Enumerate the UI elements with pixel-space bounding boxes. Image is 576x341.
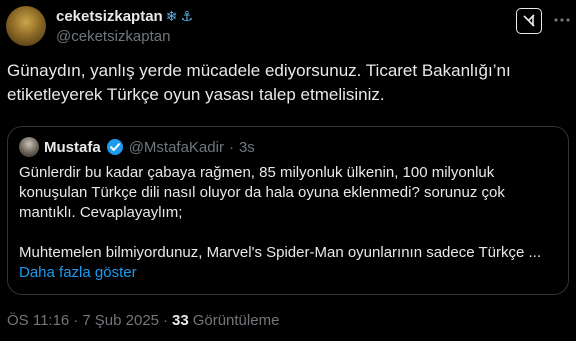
footer-separator: · <box>73 312 79 329</box>
author-avatar[interactable] <box>6 6 46 46</box>
anchor-icon: ⚓ <box>180 8 194 24</box>
more-icon <box>554 18 570 22</box>
quoted-author-avatar <box>19 137 39 157</box>
tweet-text: Günaydın, yanlış yerde mücadele ediyorsu… <box>7 59 567 107</box>
quoted-text-line: Muhtemelen bilmiyordunuz, Marvel's Spide… <box>19 244 541 261</box>
quoted-text-line: Günlerdir bu kadar çabaya rağmen, 85 mil… <box>19 164 495 181</box>
tweet-text-line: etiketleyerek Türkçe oyun yasası talep e… <box>7 85 385 104</box>
snowflake-icon: ❄ <box>165 8 178 24</box>
footer-separator: · <box>163 312 169 329</box>
quoted-separator: · <box>228 138 234 156</box>
more-options-button[interactable] <box>551 9 573 31</box>
tweet-header: ceketsizkaptan ❄ ⚓ @ceketsizkaptan <box>56 6 576 48</box>
show-more-link[interactable]: Daha fazla göster <box>19 263 561 283</box>
quoted-author-handle: @MstafaKadir <box>128 138 224 156</box>
grok-button[interactable] <box>516 8 542 34</box>
grok-icon <box>523 14 535 27</box>
tweet-text-line: Günaydın, yanlış yerde mücadele ediyorsu… <box>7 61 511 80</box>
tweet-time[interactable]: ÖS 11:16 <box>7 312 69 329</box>
views-count: 33 <box>172 312 189 329</box>
quoted-author-name: Mustafa <box>44 138 101 156</box>
author-display-name[interactable]: ceketsizkaptan <box>56 8 163 25</box>
views-label: Görüntüleme <box>192 312 280 329</box>
author-name-row: ceketsizkaptan ❄ ⚓ <box>56 6 576 26</box>
quoted-tweet-body: Günlerdir bu kadar çabaya rağmen, 85 mil… <box>19 163 561 283</box>
quoted-tweet-header: Mustafa @MstafaKadir · 3s <box>19 137 255 157</box>
author-handle[interactable]: @ceketsizkaptan <box>56 28 576 45</box>
quoted-time: 3s <box>238 138 255 156</box>
quoted-text-line: konuşulan Türkçe dili nasıl oluyor da ha… <box>19 184 505 201</box>
quoted-text-line: mantıklı. Cevaplayaylım; <box>19 204 183 221</box>
tweet-footer: ÖS 11:16 · 7 Şub 2025 · 33 Görüntüleme <box>7 312 279 329</box>
verified-badge-icon <box>106 139 123 155</box>
quoted-tweet[interactable]: Mustafa @MstafaKadir · 3s Günlerdir bu k… <box>7 126 569 295</box>
tweet-date[interactable]: 7 Şub 2025 <box>82 312 159 329</box>
